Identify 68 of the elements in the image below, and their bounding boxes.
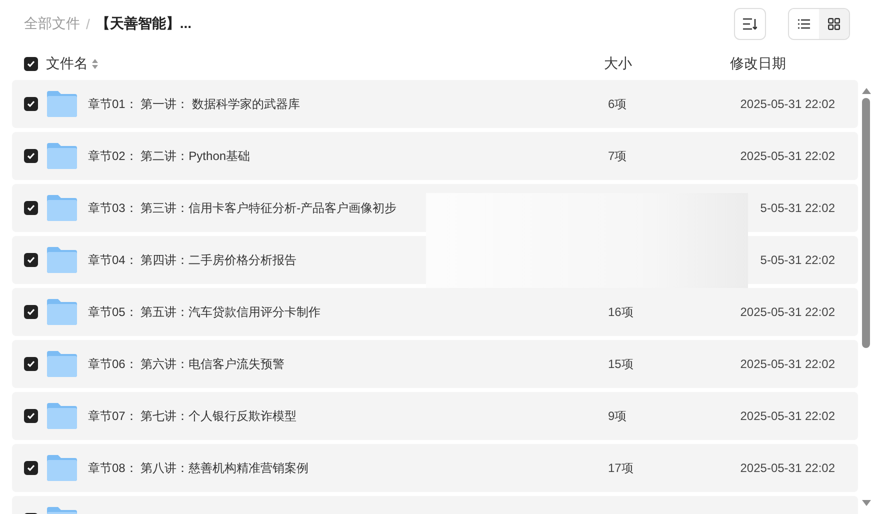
folder-name: 章节02： 第二讲：Python基础 (88, 148, 252, 164)
checkbox[interactable] (24, 409, 38, 423)
modified-date: 2025-05-31 22:02 (739, 149, 835, 163)
checkbox[interactable] (24, 149, 38, 163)
folder-row[interactable]: 章节08： 第八讲：慈善机构精准营销案例 17项 2025-05-31 22:02 (12, 444, 858, 492)
scroll-up-arrow-icon[interactable] (862, 88, 870, 94)
item-count: 16项 (608, 304, 634, 320)
size-column-header: 大小 (604, 55, 633, 73)
sort-button[interactable] (734, 8, 766, 40)
folder-icon (47, 299, 77, 325)
item-count: 6项 (608, 96, 628, 112)
item-count: 7项 (608, 148, 628, 164)
scroll-down-arrow-icon[interactable] (862, 500, 870, 506)
check-icon (27, 308, 35, 316)
folder-name: 章节08： 第八讲：慈善机构精准营销案例 (88, 460, 310, 476)
check-icon (27, 360, 35, 368)
folder-icon (47, 247, 77, 273)
folder-row[interactable]: 章节06： 第六讲：电信客户流失预警 15项 2025-05-31 22:02 (12, 340, 858, 388)
modified-date: 5-05-31 22:02 (759, 253, 835, 267)
folder-row[interactable]: 章节02： 第二讲：Python基础 7项 2025-05-31 22:02 (12, 132, 858, 180)
modified-date: 2025-05-31 22:02 (739, 305, 835, 319)
folder-name: 章节05： 第五讲：汽车贷款信用评分卡制作 (88, 304, 322, 320)
check-icon (27, 152, 35, 160)
folder-row[interactable]: 章节01： 第一讲： 数据科学家的武器库 6项 2025-05-31 22:02 (12, 80, 858, 128)
item-count: 9项 (608, 408, 628, 424)
modified-date: 2025-05-31 22:02 (739, 409, 835, 423)
checkbox[interactable] (24, 97, 38, 111)
folder-icon (47, 195, 77, 221)
grid-view-button[interactable] (819, 9, 849, 39)
folder-name: 章节06： 第六讲：电信客户流失预警 (88, 356, 286, 372)
folder-name: 章节01： 第一讲： 数据科学家的武器库 (88, 96, 302, 112)
list-icon (798, 19, 810, 29)
folder-icon (47, 455, 77, 481)
check-icon (27, 256, 35, 264)
checkbox[interactable] (24, 253, 38, 267)
checkbox[interactable] (24, 461, 38, 475)
modified-date: 2025-05-31 22:02 (739, 97, 835, 111)
sort-icon (743, 18, 757, 30)
scrollbar-thumb[interactable] (862, 98, 870, 348)
date-column-header: 修改日期 (730, 55, 786, 73)
modified-date: 2025-05-31 22:02 (739, 357, 835, 371)
item-count: 17项 (608, 460, 634, 476)
name-column-header[interactable]: 文件名 (46, 55, 88, 73)
folder-icon (47, 91, 77, 117)
breadcrumb-item: 【天善智能】... (96, 15, 192, 33)
checkbox[interactable] (24, 357, 38, 371)
folder-row[interactable]: 章节07： 第七讲：个人银行反欺诈模型 9项 2025-05-31 22:02 (12, 392, 858, 440)
modified-date: 2025-05-31 22:02 (739, 461, 835, 475)
sort-arrows-icon[interactable] (92, 59, 98, 69)
check-icon (27, 204, 35, 212)
checkbox[interactable] (24, 201, 38, 215)
check-icon (27, 60, 35, 68)
breadcrumb-separator: / (86, 16, 90, 32)
grid-icon (828, 18, 840, 30)
folder-row[interactable]: 章节05： 第五讲：汽车贷款信用评分卡制作 16项 2025-05-31 22:02 (12, 288, 858, 336)
check-icon (27, 100, 35, 108)
folder-icon (47, 351, 77, 377)
checkbox[interactable] (24, 57, 38, 71)
item-count: 15项 (608, 356, 634, 372)
folder-icon (47, 143, 77, 169)
checkbox[interactable] (24, 305, 38, 319)
check-icon (27, 464, 35, 472)
modified-date: 5-05-31 22:02 (759, 201, 835, 215)
folder-icon (47, 403, 77, 429)
check-icon (27, 412, 35, 420)
folder-name: 章节03： 第三讲：信用卡客户特征分析-产品客户画像初步 (88, 200, 398, 216)
folder-name: 章节07： 第七讲：个人银行反欺诈模型 (88, 408, 298, 424)
folder-name: 章节04： 第四讲：二手房价格分析报告 (88, 252, 298, 268)
